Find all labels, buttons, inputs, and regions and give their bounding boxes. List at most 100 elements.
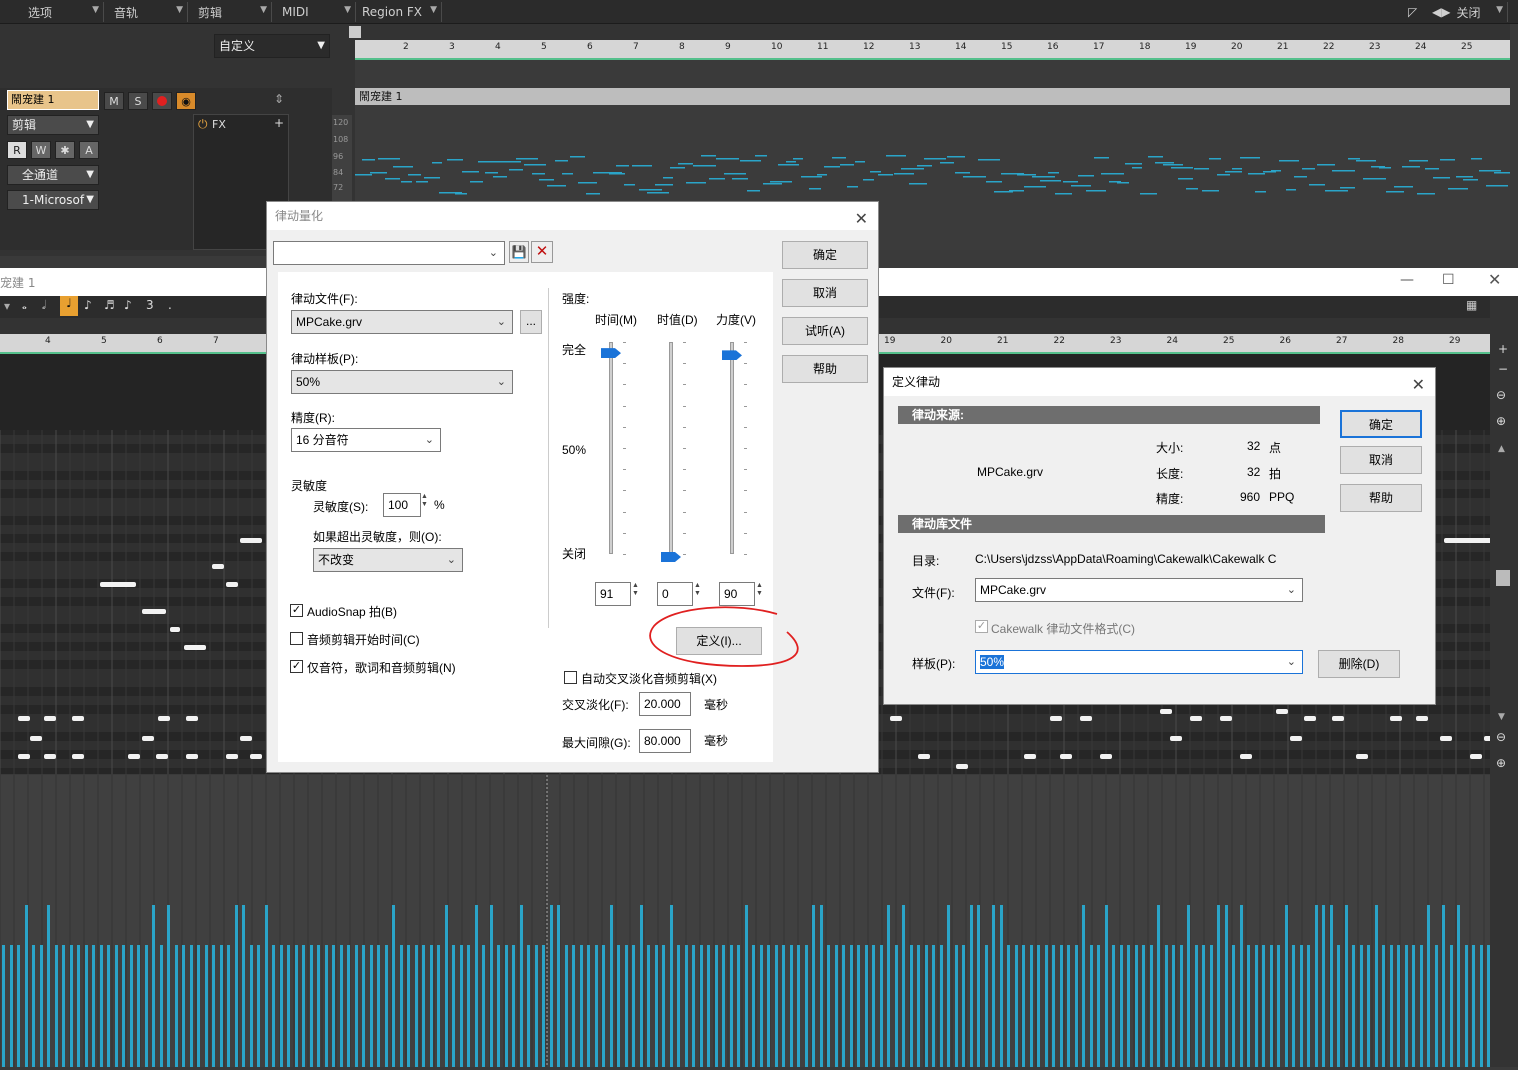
velocity-bar[interactable] [550,905,553,1067]
midi-note[interactable] [1240,754,1252,759]
help-button[interactable]: 帮助 [782,355,868,383]
velocity-bar[interactable] [1045,945,1048,1067]
archive-button[interactable]: A [79,141,99,159]
midi-note[interactable] [100,582,136,587]
velocity-bar[interactable] [602,945,605,1067]
midi-note[interactable] [1356,754,1368,759]
delete-preset-icon[interactable]: ✕ [531,241,553,263]
velocity-bar[interactable] [857,945,860,1067]
velocity-bar[interactable] [1472,945,1475,1067]
velocity-bar[interactable] [572,945,575,1067]
velocity-bar[interactable] [1435,945,1438,1067]
velocity-bar[interactable] [1202,945,1205,1067]
time-spinner[interactable]: ▲ ▼ [632,582,640,606]
velocity-bar[interactable] [1307,945,1310,1067]
velocity-bar[interactable] [1052,945,1055,1067]
dotted-button[interactable]: . [168,298,172,312]
velocity-bar[interactable] [317,945,320,1067]
velocity-bar[interactable] [647,945,650,1067]
pattern-combo[interactable]: 50% ⌄ [975,650,1303,674]
velocity-bar[interactable] [257,945,260,1067]
velocity-bar[interactable] [827,945,830,1067]
velocity-bar[interactable] [1217,905,1220,1067]
velocity-bar[interactable] [160,945,163,1067]
velocity-bar[interactable] [77,945,80,1067]
velocity-bar[interactable] [1075,945,1078,1067]
velocity-bar[interactable] [580,945,583,1067]
zoom-out-icon[interactable]: ⊖ [1496,388,1506,402]
midi-note[interactable] [226,582,238,587]
midi-note[interactable] [1060,754,1072,759]
velocity-bar[interactable] [527,945,530,1067]
ok-button[interactable]: 确定 [1340,410,1422,438]
velocity-bar[interactable] [760,945,763,1067]
velocity-bar[interactable] [85,945,88,1067]
velocity-strength-slider[interactable] [730,342,734,554]
velocity-bar[interactable] [910,945,913,1067]
velocity-bar[interactable] [685,945,688,1067]
velocity-bar[interactable] [1187,905,1190,1067]
velocity-bar[interactable] [385,945,388,1067]
time-input[interactable]: 91 [595,582,631,606]
velocity-bar[interactable] [55,945,58,1067]
zoom-in-icon[interactable]: ⊕ [1496,756,1506,770]
velocity-bar[interactable] [250,945,253,1067]
input-select[interactable]: 1-Microsof ▼ [7,190,99,210]
midi-note[interactable] [212,564,224,569]
velocity-bar[interactable] [1442,905,1445,1067]
velocity-bar[interactable] [175,945,178,1067]
velocity-bar[interactable] [670,905,673,1067]
snowflake-icon[interactable]: ✱ [55,141,75,159]
velocity-bar[interactable] [880,945,883,1067]
midi-note[interactable] [44,716,56,721]
velocity-bar[interactable] [1330,905,1333,1067]
duration-input[interactable]: 0 [657,582,693,606]
midi-note[interactable] [240,538,262,543]
velocity-bar[interactable] [940,945,943,1067]
velocity-bar[interactable] [610,905,613,1067]
thirtysecond-note-icon[interactable]: ♪ [124,298,132,312]
velocity-bar[interactable] [1427,905,1430,1067]
velocity-bar[interactable] [1412,945,1415,1067]
velocity-bar[interactable] [1015,945,1018,1067]
velocity-bar[interactable] [1255,945,1258,1067]
velocity-bar[interactable] [1285,905,1288,1067]
close-icon[interactable]: ✕ [1412,372,1425,400]
velocity-bar[interactable] [1195,945,1198,1067]
half-note-icon[interactable]: 𝅗𝅥 [42,298,46,313]
menu-region-fx[interactable]: Region FX ▼ [356,2,442,22]
velocity-bar[interactable] [1225,905,1228,1067]
midi-note[interactable] [1390,716,1402,721]
midi-note[interactable] [170,627,180,632]
velocity-bar[interactable] [392,905,395,1067]
grid-icon[interactable]: ▦ [1466,298,1477,312]
minus-icon[interactable]: − [1498,362,1508,376]
preset-combo[interactable]: ⌄ [273,241,505,265]
channel-select[interactable]: 全通道 ▼ [7,165,99,185]
velocity-bar[interactable] [812,905,815,1067]
auto-crossfade-checkbox[interactable] [564,671,577,684]
velocity-bar[interactable] [595,945,598,1067]
time-strength-slider[interactable] [609,342,613,554]
velocity-bar[interactable] [505,945,508,1067]
velocity-bar[interactable] [1112,945,1115,1067]
velocity-bar[interactable] [1480,945,1483,1067]
timeline-ruler[interactable]: 2 3 4 5 6 7 8 9 10 11 12 13 14 15 16 17 18 19 20 21 22 23 24 25 [355,40,1510,60]
midi-note[interactable] [1444,538,1492,543]
midi-note[interactable] [1470,754,1482,759]
velocity-bar[interactable] [947,905,950,1067]
midi-note[interactable] [1276,709,1288,714]
velocity-bar[interactable] [452,945,455,1067]
eighth-note-icon[interactable]: ♪ [84,298,92,312]
midi-note[interactable] [72,754,84,759]
velocity-bar[interactable] [1367,945,1370,1067]
velocity-bar[interactable] [977,905,980,1067]
velocity-bar[interactable] [370,945,373,1067]
clip-header[interactable]: 鬧宠建 1 [355,88,1510,105]
velocity-bar[interactable] [475,905,478,1067]
velocity-bar[interactable] [407,945,410,1067]
velocity-bar[interactable] [565,945,568,1067]
duration-spinner[interactable]: ▲ ▼ [694,582,702,606]
velocity-bar[interactable] [1180,945,1183,1067]
delete-button[interactable]: 删除(D) [1318,650,1400,678]
